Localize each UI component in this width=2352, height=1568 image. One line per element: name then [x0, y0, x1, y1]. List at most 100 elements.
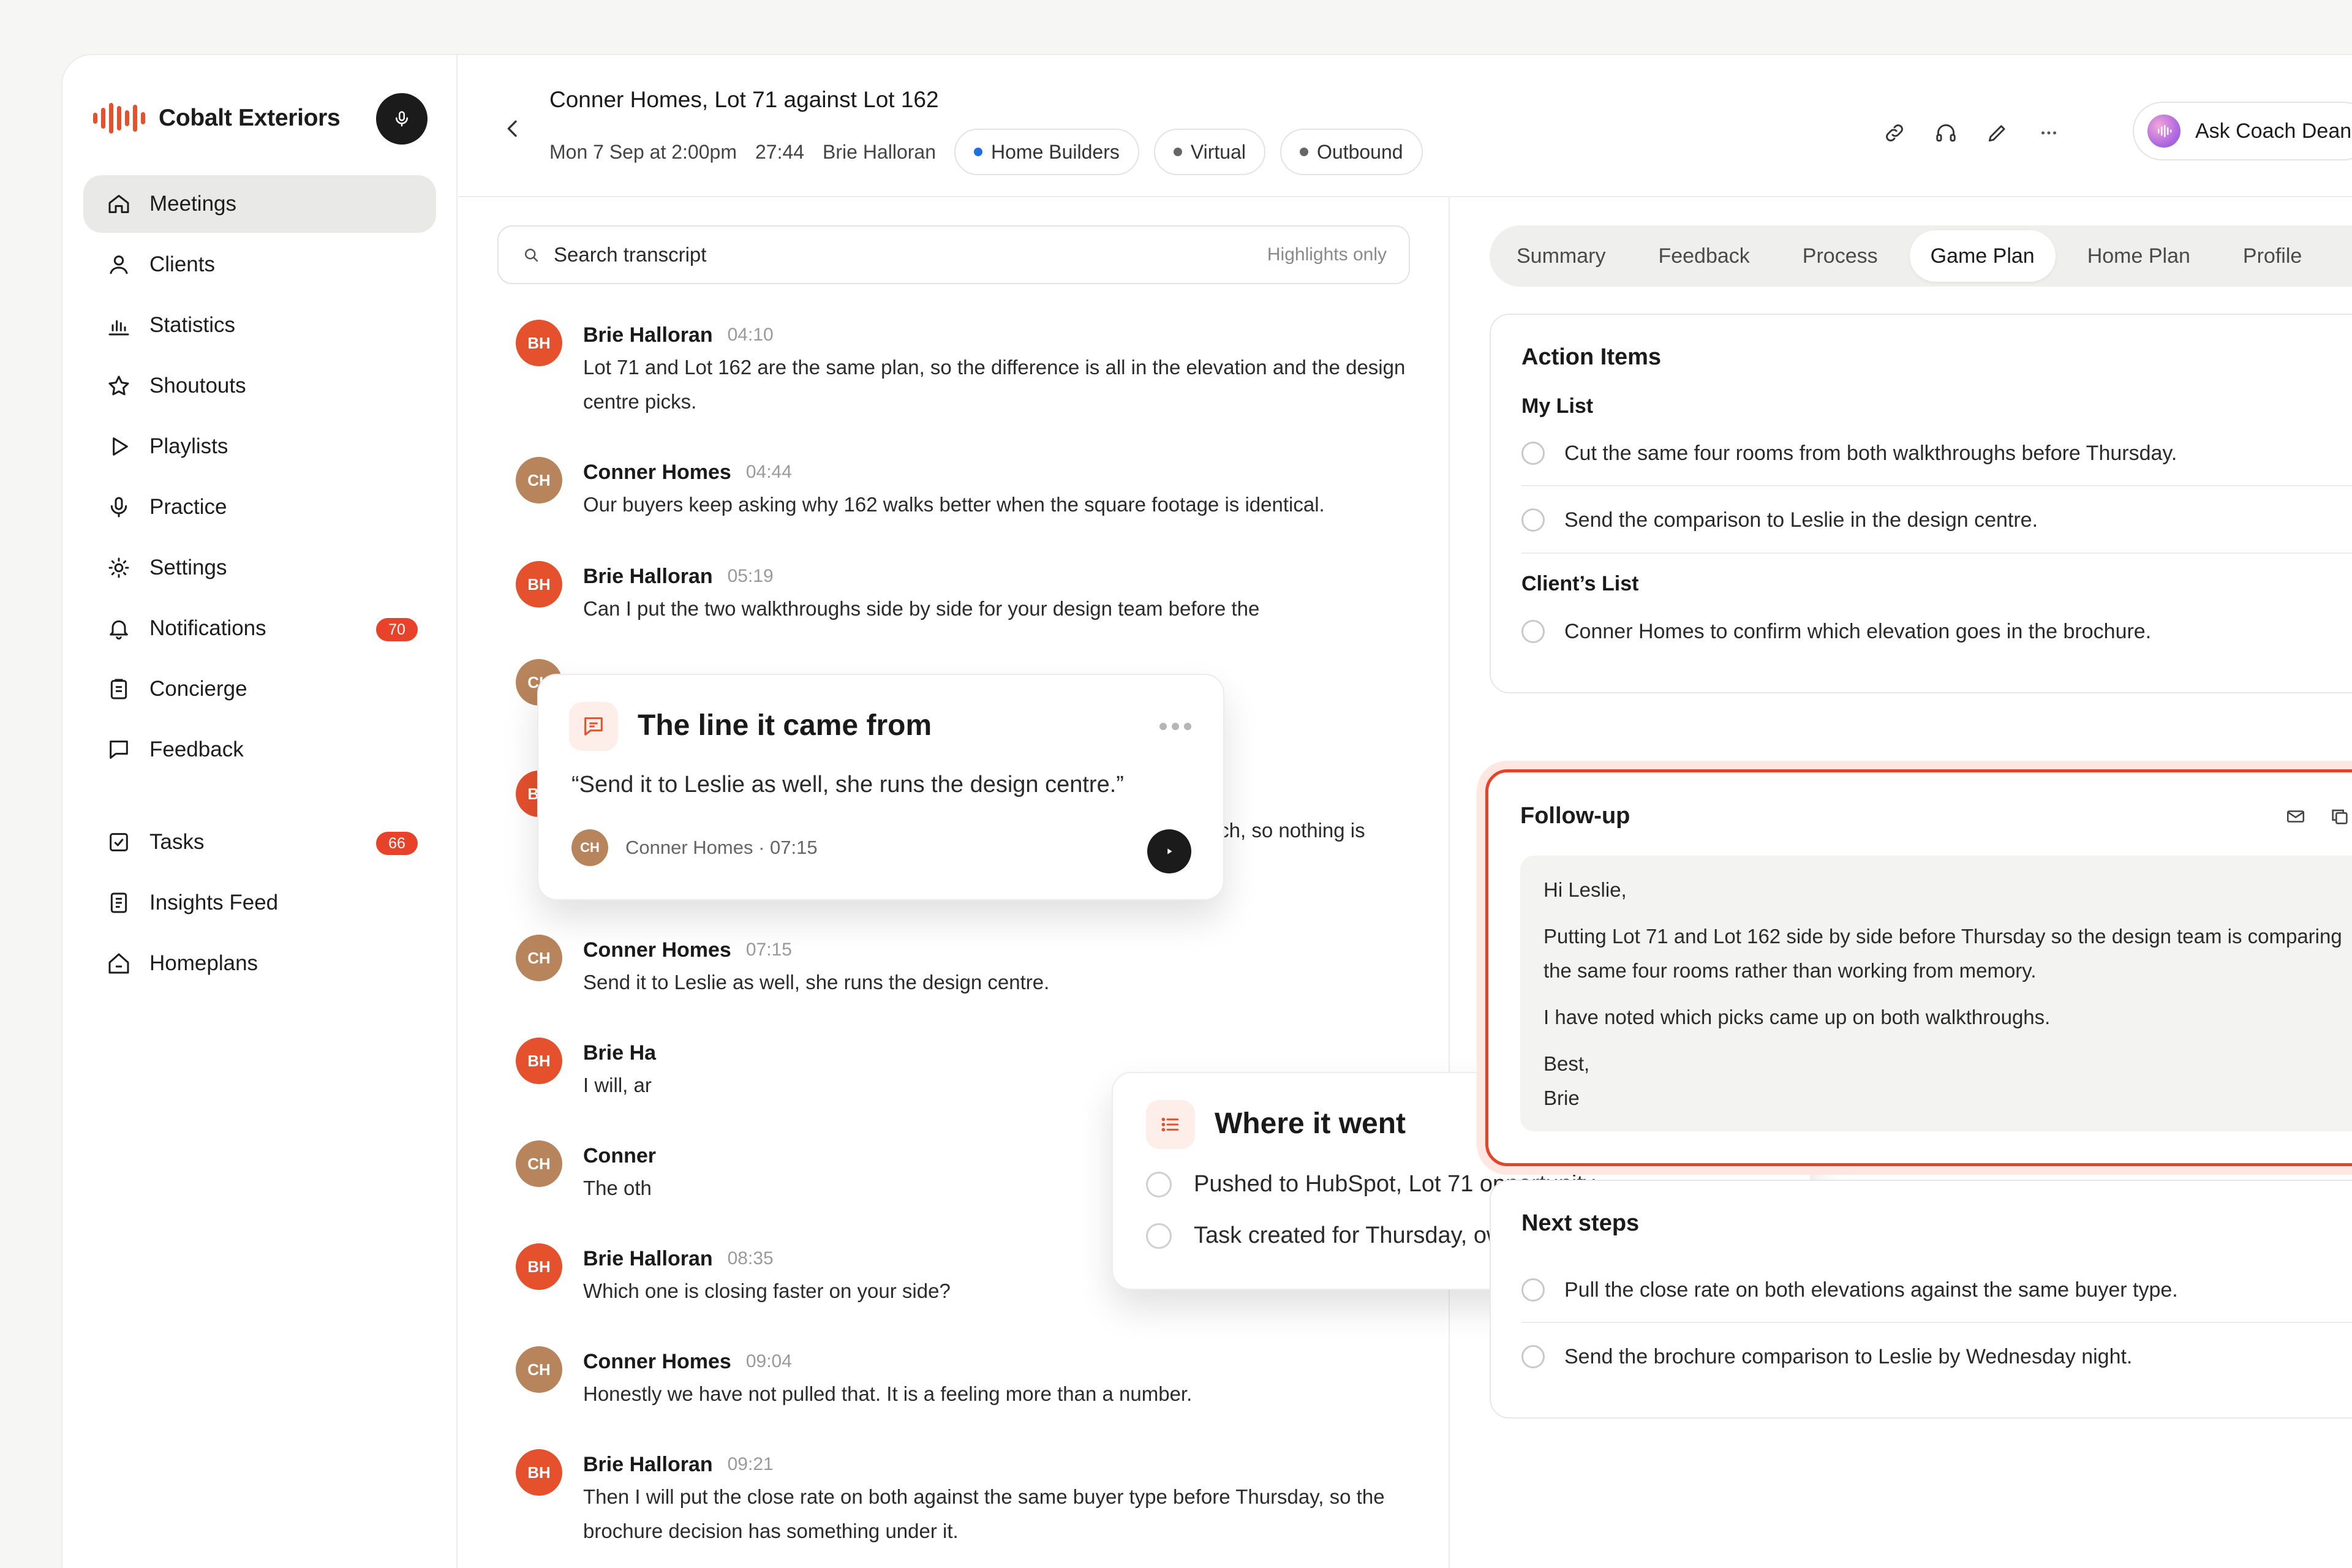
quote-source: CH Conner Homes · 07:15	[571, 829, 818, 866]
transcript-search[interactable]: Search transcript Highlights only	[497, 225, 1410, 284]
sidebar-item-practice[interactable]: Practice	[83, 478, 436, 536]
brand-logo-icon	[93, 103, 145, 134]
transcript-message[interactable]: BH Brie Halloran 09:21 Then I will put th…	[516, 1449, 1410, 1548]
chat-bubble-icon	[105, 736, 132, 763]
my-list-heading: My List	[1521, 394, 1594, 418]
tab-profile[interactable]: Profile	[2222, 230, 2323, 282]
tab-game-plan[interactable]: Game Plan	[1909, 230, 2056, 282]
action-item[interactable]: Send the comparison to Leslie in the des…	[1521, 488, 2352, 552]
sidebar-item-meetings[interactable]: Meetings	[83, 175, 436, 233]
sidebar-item-notifications[interactable]: Notifications 70	[83, 600, 436, 657]
quote-bubble-icon	[569, 702, 618, 751]
status-circle-icon	[1146, 1171, 1172, 1197]
message-text: Send it to Leslie as well, she runs the …	[583, 971, 1050, 993]
sidebar-item-playlists[interactable]: Playlists	[83, 418, 436, 475]
avatar: BH	[516, 1243, 562, 1290]
timestamp[interactable]: 05:19	[728, 566, 774, 587]
coach-orb-icon	[2147, 115, 2180, 148]
meeting-duration: 27:44	[755, 140, 805, 163]
bar-chart-icon	[105, 312, 132, 339]
tag-home-builders[interactable]: Home Builders	[954, 129, 1139, 175]
popup-title: Where it went	[1215, 1107, 1406, 1140]
more-icon[interactable]	[1159, 723, 1191, 730]
tag-outbound[interactable]: Outbound	[1280, 129, 1423, 175]
sidebar-item-label: Homeplans	[149, 951, 258, 975]
transcript-message[interactable]: CH Conner Homes 09:04 Honestly we have no…	[516, 1346, 1410, 1423]
ask-coach-button[interactable]: Ask Coach Dean	[2133, 102, 2352, 160]
game-plan-panel: Summary Feedback Process Game Plan Home …	[1450, 197, 2352, 1568]
sidebar-item-tasks[interactable]: Tasks 66	[83, 813, 436, 871]
timestamp[interactable]: 09:04	[746, 1351, 792, 1372]
sidebar-item-label: Insights Feed	[149, 891, 279, 914]
back-arrow-icon[interactable]	[500, 116, 525, 141]
email-greeting: Hi Leslie,	[1544, 878, 1627, 901]
checkbox-icon	[105, 829, 132, 856]
speaker-name: Brie Halloran	[583, 564, 713, 588]
transcript-message[interactable]: CH Conner Homes 07:15 Send it to Leslie a…	[516, 935, 1410, 1012]
status-circle-icon	[1146, 1223, 1172, 1249]
follow-up-email-body[interactable]: Hi Leslie, Putting Lot 71 and Lot 162 si…	[1520, 856, 2352, 1131]
search-input[interactable]: Search transcript	[554, 243, 706, 266]
clients-list-heading: Client’s List	[1521, 572, 1639, 595]
sidebar-item-label: Playlists	[149, 434, 228, 458]
transcript-message[interactable]: CH Conner Homes 04:44 Our buyers keep ask…	[516, 457, 1410, 535]
timestamp[interactable]: 08:35	[728, 1248, 774, 1269]
sidebar-nav: Meetings Clients Statistics Shoutouts Pl…	[83, 175, 436, 995]
nav-divider	[83, 782, 436, 813]
mail-icon[interactable]	[2285, 805, 2307, 827]
tab-process[interactable]: Process	[1782, 230, 1899, 282]
checkbox-circle-icon[interactable]	[1521, 442, 1545, 465]
transcript-message[interactable]: BH Brie Halloran 04:10 Lot 71 and Lot 162…	[516, 320, 1410, 431]
record-button[interactable]	[376, 93, 428, 145]
divider	[1521, 552, 2352, 554]
play-button[interactable]	[1147, 829, 1191, 873]
more-icon[interactable]	[2036, 120, 2062, 146]
highlights-only-toggle[interactable]: Highlights only	[1267, 244, 1387, 265]
timestamp[interactable]: 04:44	[746, 462, 792, 483]
tag-dot	[1173, 148, 1182, 156]
action-item[interactable]: Cut the same four rooms from both walkth…	[1521, 421, 2352, 486]
tag-label: Home Builders	[991, 140, 1120, 163]
popup-title: The line it came from	[638, 709, 932, 742]
checkbox-circle-icon[interactable]	[1521, 1345, 1545, 1368]
next-step-item[interactable]: Send the brochure comparison to Leslie b…	[1521, 1324, 2352, 1389]
tab-feedback[interactable]: Feedback	[1637, 230, 1770, 282]
checkbox-circle-icon[interactable]	[1521, 1278, 1545, 1302]
meeting-header: Conner Homes, Lot 71 against Lot 162 Mon…	[458, 55, 2352, 197]
link-icon[interactable]	[1882, 120, 1907, 146]
notifications-badge: 70	[376, 618, 418, 641]
follow-up-card: Follow-up Hi Leslie, Putting Lot 71 and …	[1485, 769, 2352, 1166]
tab-home-plan[interactable]: Home Plan	[2067, 230, 2211, 282]
checkbox-circle-icon[interactable]	[1521, 508, 1545, 532]
timestamp[interactable]: 09:21	[728, 1454, 774, 1475]
sidebar-item-insights-feed[interactable]: Insights Feed	[83, 874, 436, 932]
person-icon	[105, 251, 132, 278]
tag-virtual[interactable]: Virtual	[1153, 129, 1265, 175]
clipboard-icon	[105, 676, 132, 703]
timestamp[interactable]: 04:10	[728, 325, 774, 345]
avatar: BH	[516, 320, 562, 366]
sidebar-item-feedback[interactable]: Feedback	[83, 721, 436, 778]
pencil-icon[interactable]	[1985, 120, 2010, 146]
copy-icon[interactable]	[2329, 805, 2351, 827]
sidebar-item-concierge[interactable]: Concierge	[83, 660, 436, 718]
speaker-name: Brie Halloran	[583, 323, 713, 347]
headphones-icon[interactable]	[1933, 120, 1959, 146]
sidebar-item-label: Clients	[149, 252, 215, 276]
tab-summary[interactable]: Summary	[1496, 230, 1626, 282]
action-item[interactable]: Conner Homes to confirm which elevation …	[1521, 599, 2352, 664]
sidebar-item-shoutouts[interactable]: Shoutouts	[83, 357, 436, 415]
follow-up-actions	[2285, 805, 2352, 827]
next-step-item[interactable]: Pull the close rate on both elevations a…	[1521, 1258, 2352, 1323]
tag-label: Outbound	[1317, 140, 1403, 163]
sidebar-item-homeplans[interactable]: Homeplans	[83, 935, 436, 992]
speaker-name: Conner Homes	[583, 460, 731, 484]
sidebar-item-settings[interactable]: Settings	[83, 539, 436, 597]
checkbox-circle-icon[interactable]	[1521, 620, 1545, 643]
sidebar-item-label: Practice	[149, 495, 227, 519]
sidebar-item-clients[interactable]: Clients	[83, 236, 436, 293]
gear-icon	[105, 554, 132, 581]
transcript-message[interactable]: BH Brie Halloran 05:19 Can I put the two …	[516, 561, 1410, 633]
sidebar-item-statistics[interactable]: Statistics	[83, 296, 436, 354]
timestamp[interactable]: 07:15	[746, 940, 792, 960]
